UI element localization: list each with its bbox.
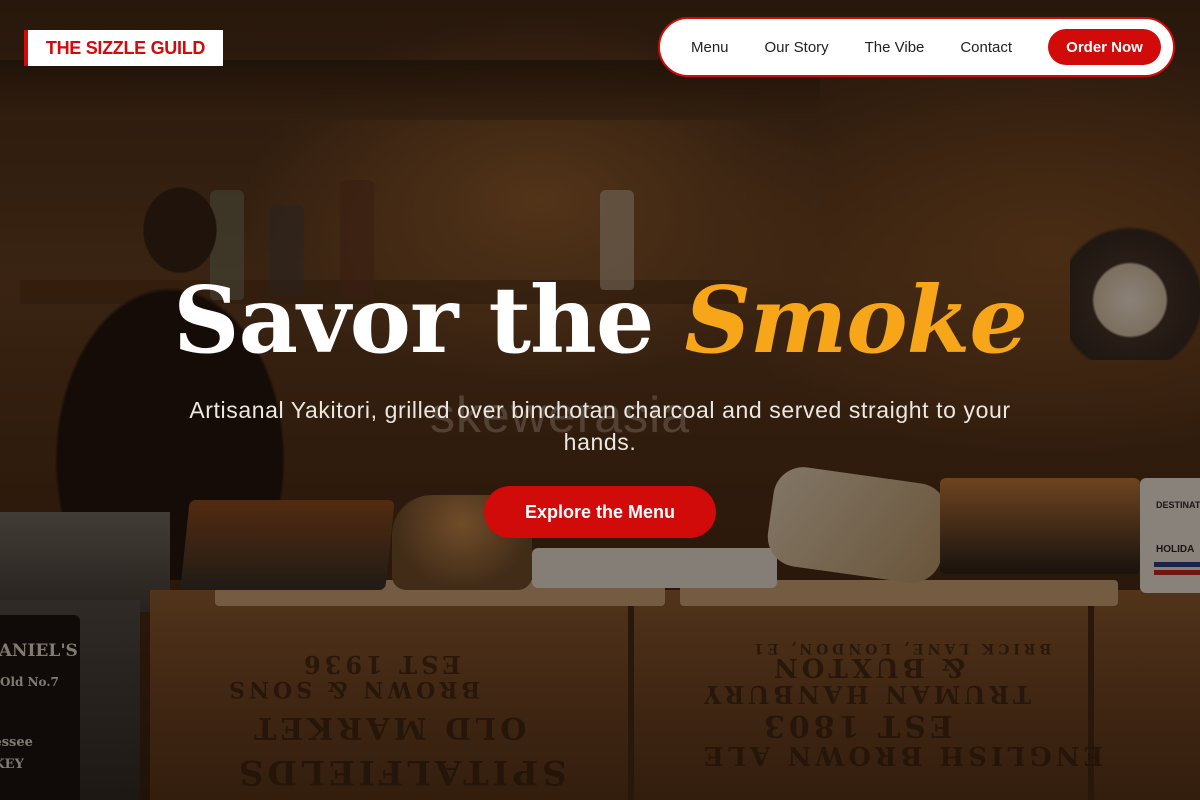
nav-link-the-vibe[interactable]: The Vibe [865,39,925,56]
main-nav: Menu Our Story The Vibe Contact Order No… [658,17,1175,77]
explore-menu-button[interactable]: Explore the Menu [484,486,716,538]
hero-title: Savor the Smoke [0,272,1200,369]
nav-link-contact[interactable]: Contact [960,39,1012,56]
nav-link-menu[interactable]: Menu [691,39,729,56]
order-now-button[interactable]: Order Now [1048,29,1161,65]
nav-link-our-story[interactable]: Our Story [764,39,828,56]
hero-title-accent: Smoke [684,266,1027,374]
brand-logo[interactable]: THE SIZZLE GUILD [24,30,223,66]
hero-title-main: Savor the [173,266,654,374]
brand-name: THE SIZZLE GUILD [45,37,206,58]
hero-subtitle: Artisanal Yakitori, grilled over binchot… [189,397,1011,455]
